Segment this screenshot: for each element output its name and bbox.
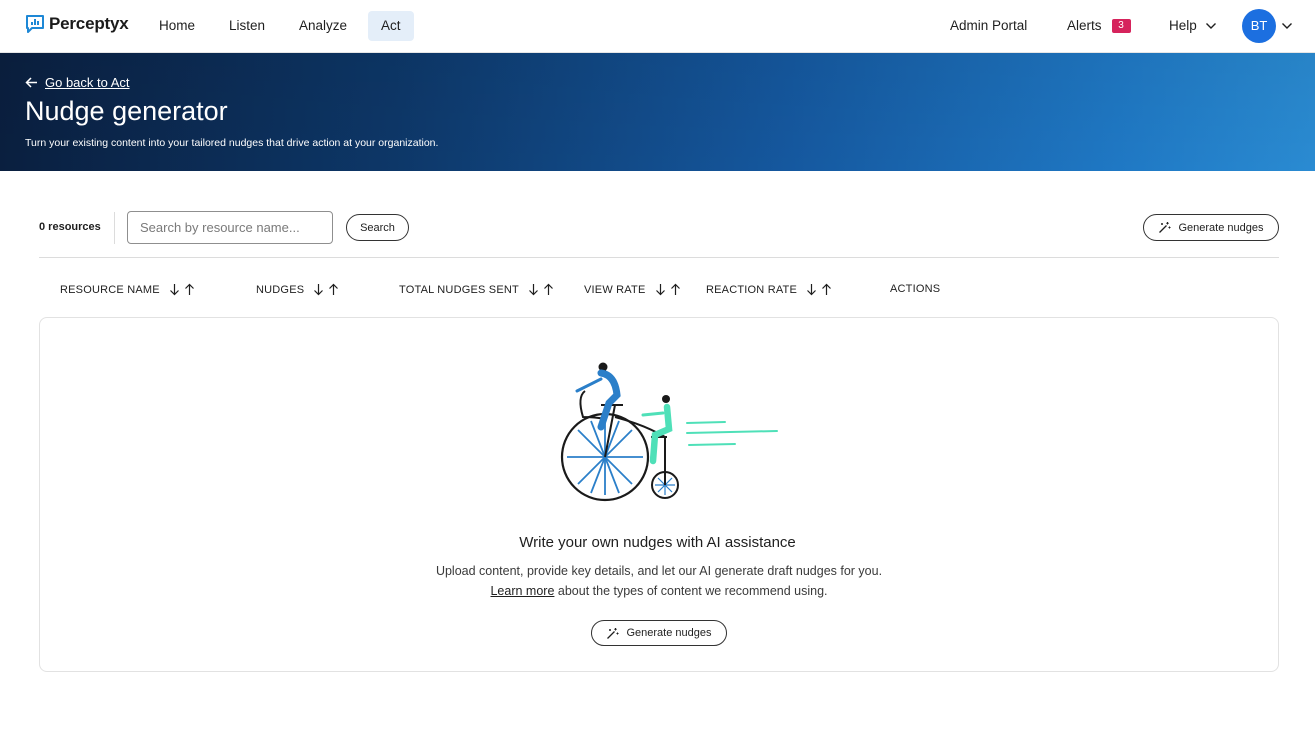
back-link-label: Go back to Act (45, 75, 130, 90)
nav-home[interactable]: Home (147, 11, 207, 41)
generate-nudges-empty-button[interactable]: Generate nudges (591, 620, 727, 646)
sort-ascending-icon[interactable] (183, 283, 196, 296)
column-actions: ACTIONS (890, 283, 940, 295)
perceptyx-logo[interactable]: Perceptyx (25, 14, 129, 34)
help-menu[interactable]: Help (1169, 11, 1217, 41)
top-navigation: Perceptyx Home Listen Analyze Act Admin … (0, 0, 1315, 53)
column-total-nudges-sent: TOTAL NUDGES SENT (399, 283, 555, 296)
tandem-bicycle-illustration (560, 362, 778, 502)
empty-state-title: Write your own nudges with AI assistance (519, 534, 796, 551)
generate-nudges-label: Generate nudges (626, 627, 712, 639)
empty-state-description: Upload content, provide key details, and… (434, 561, 884, 601)
page-subtitle: Turn your existing content into your tai… (25, 137, 439, 149)
arrow-left-icon (25, 77, 37, 88)
chevron-down-icon (1205, 23, 1216, 29)
magic-wand-icon (607, 627, 619, 639)
page-banner: Go back to Act Nudge generator Turn your… (0, 53, 1315, 171)
nav-listen[interactable]: Listen (217, 11, 277, 41)
account-chevron-down-icon[interactable] (1281, 20, 1293, 32)
resource-search-input[interactable] (127, 211, 333, 244)
empty-state-text-after: about the types of content we recommend … (557, 584, 828, 598)
nav-analyze[interactable]: Analyze (287, 11, 359, 41)
sort-ascending-icon[interactable] (327, 283, 340, 296)
perceptyx-logo-icon (26, 15, 44, 33)
sort-descending-icon[interactable] (312, 283, 325, 296)
alerts-button[interactable]: Alerts 3 (1067, 11, 1131, 41)
magic-wand-icon (1159, 222, 1171, 233)
sort-descending-icon[interactable] (168, 283, 181, 296)
learn-more-link[interactable]: Learn more (490, 584, 554, 598)
sort-descending-icon[interactable] (527, 283, 540, 296)
sort-ascending-icon[interactable] (820, 283, 833, 296)
back-to-act-link[interactable]: Go back to Act (25, 75, 130, 90)
column-label: TOTAL NUDGES SENT (399, 283, 519, 296)
toolbar-divider (114, 212, 115, 244)
column-label: ACTIONS (890, 283, 941, 295)
column-nudges: NUDGES (256, 283, 340, 296)
brand-name: Perceptyx (49, 14, 129, 33)
column-label: VIEW RATE (584, 283, 646, 296)
sort-descending-icon[interactable] (805, 283, 818, 296)
column-resource-name: RESOURCE NAME (60, 283, 196, 296)
column-label: REACTION RATE (706, 283, 798, 296)
page-title: Nudge generator (25, 96, 228, 126)
alerts-label: Alerts (1067, 18, 1102, 33)
column-label: NUDGES (256, 283, 305, 296)
user-avatar[interactable]: BT (1242, 9, 1276, 43)
toolbar-separator (39, 257, 1279, 258)
column-label: RESOURCE NAME (60, 283, 160, 296)
sort-ascending-icon[interactable] (669, 283, 682, 296)
help-label: Help (1169, 18, 1197, 33)
generate-nudges-button[interactable]: Generate nudges (1143, 214, 1279, 241)
resource-count: 0 resources (39, 221, 101, 233)
admin-portal-link[interactable]: Admin Portal (950, 11, 1027, 41)
search-button[interactable]: Search (346, 214, 409, 241)
generate-nudges-label: Generate nudges (1178, 221, 1264, 234)
column-reaction-rate: REACTION RATE (706, 283, 833, 296)
sort-descending-icon[interactable] (654, 283, 667, 296)
empty-state-text-before: Upload content, provide key details, and… (435, 564, 883, 578)
sort-ascending-icon[interactable] (542, 283, 555, 296)
column-view-rate: VIEW RATE (584, 283, 682, 296)
alerts-count-badge: 3 (1111, 19, 1131, 33)
nav-act[interactable]: Act (368, 11, 414, 41)
